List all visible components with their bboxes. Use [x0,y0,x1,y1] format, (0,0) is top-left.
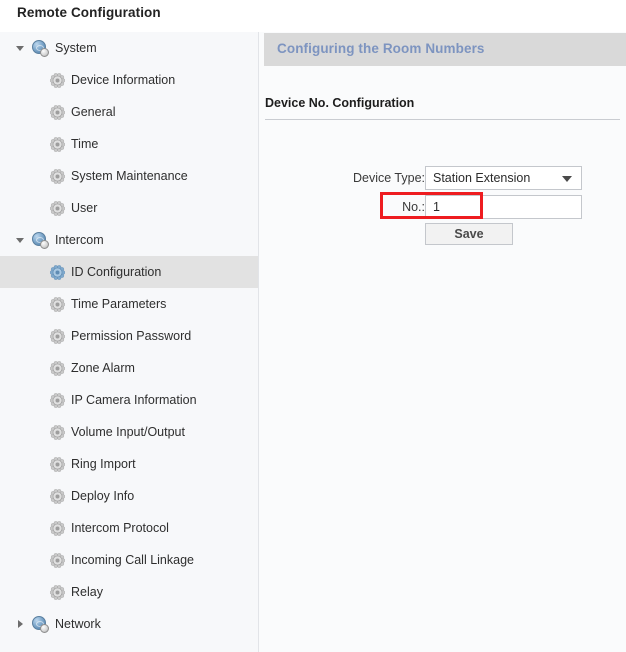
sidebar-item-time[interactable]: Time [0,128,258,160]
gear-icon [50,64,65,96]
sidebar-item-label: Relay [71,585,103,599]
sidebar-item-intercom-protocol[interactable]: Intercom Protocol [0,512,258,544]
gear-icon [50,544,65,576]
globe-icon [32,608,49,640]
remote-configuration-window: Remote Configuration System Device Inform… [0,0,626,652]
sidebar-item-label: General [71,105,116,119]
sidebar-item-label: User [71,201,98,215]
sidebar-item-id-configuration[interactable]: ID Configuration [0,256,258,288]
sidebar-item-zone-alarm[interactable]: Zone Alarm [0,352,258,384]
gear-icon [50,448,65,480]
device-type-value: Station Extension [433,171,531,185]
gear-icon [50,480,65,512]
sidebar-item-label: Intercom [55,233,104,247]
save-button[interactable]: Save [425,223,513,245]
no-label: No.: [402,200,425,214]
no-input[interactable]: 1 [425,195,582,219]
sidebar-item-device-information[interactable]: Device Information [0,64,258,96]
navigation-tree[interactable]: System Device Information General Time Syste… [0,32,259,652]
sidebar-item-label: Zone Alarm [71,361,135,375]
sidebar-item-label: Deploy Info [71,489,135,503]
gear-icon [50,96,65,128]
sidebar-item-network[interactable]: Network [0,608,258,640]
device-type-row: Device Type: [259,166,425,190]
gear-icon [50,320,65,352]
sidebar-item-label: System Maintenance [71,169,188,183]
section-banner: Configuring the Room Numbers [264,33,626,66]
sidebar-item-ip-camera-information[interactable]: IP Camera Information [0,384,258,416]
globe-icon [32,32,49,64]
sidebar-item-system[interactable]: System [0,32,258,64]
gear-icon [50,160,65,192]
sidebar-item-label: Ring Import [71,457,136,471]
window-title-bar: Remote Configuration [0,0,626,32]
twisty-triangle [16,237,24,243]
twisty-triangle [17,620,23,628]
sidebar-item-relay[interactable]: Relay [0,576,258,608]
sidebar-item-general[interactable]: General [0,96,258,128]
chevron-down-icon[interactable] [14,224,26,256]
sidebar-item-label: Time Parameters [71,297,167,311]
gear-icon [50,288,65,320]
gear-icon [50,352,65,384]
sidebar-item-label: IP Camera Information [71,393,197,407]
sidebar-item-label: ID Configuration [71,265,162,279]
chevron-down-icon [562,176,572,182]
sidebar-item-volume-input-output[interactable]: Volume Input/Output [0,416,258,448]
page-title: Remote Configuration [17,5,161,20]
group-divider [265,119,620,120]
gear-icon [50,384,65,416]
sidebar-item-label: Network [55,617,101,631]
sidebar-item-permission-password[interactable]: Permission Password [0,320,258,352]
no-input-value: 1 [433,200,440,214]
sidebar-item-system-maintenance[interactable]: System Maintenance [0,160,258,192]
sidebar-item-label: Intercom Protocol [71,521,169,535]
gear-icon [50,512,65,544]
sidebar-item-ring-import[interactable]: Ring Import [0,448,258,480]
sidebar-item-incoming-call-linkage[interactable]: Incoming Call Linkage [0,544,258,576]
gear-icon [50,576,65,608]
sidebar-item-label: Permission Password [71,329,192,343]
no-row: No.: [259,195,425,219]
sidebar-item-label: Incoming Call Linkage [71,553,194,567]
configuration-pane: Configuring the Room Numbers Device No. … [259,32,626,652]
chevron-right-icon[interactable] [14,608,26,640]
sidebar-item-time-parameters[interactable]: Time Parameters [0,288,258,320]
gear-icon [50,192,65,224]
twisty-triangle [16,45,24,51]
sidebar-item-label: Volume Input/Output [71,425,185,439]
sidebar-item-label: System [55,41,97,55]
group-title: Device No. Configuration [265,96,415,110]
gear-icon [50,128,65,160]
gear-icon [50,416,65,448]
gear-icon [50,256,65,288]
sidebar-item-deploy-info[interactable]: Deploy Info [0,480,258,512]
section-banner-title: Configuring the Room Numbers [277,41,485,56]
device-type-select[interactable]: Station Extension [425,166,582,190]
sidebar-item-label: Device Information [71,73,176,87]
chevron-down-icon[interactable] [14,32,26,64]
sidebar-item-intercom[interactable]: Intercom [0,224,258,256]
sidebar-item-user[interactable]: User [0,192,258,224]
device-type-label: Device Type: [352,171,425,185]
globe-icon [32,224,49,256]
sidebar-item-label: Time [71,137,99,151]
